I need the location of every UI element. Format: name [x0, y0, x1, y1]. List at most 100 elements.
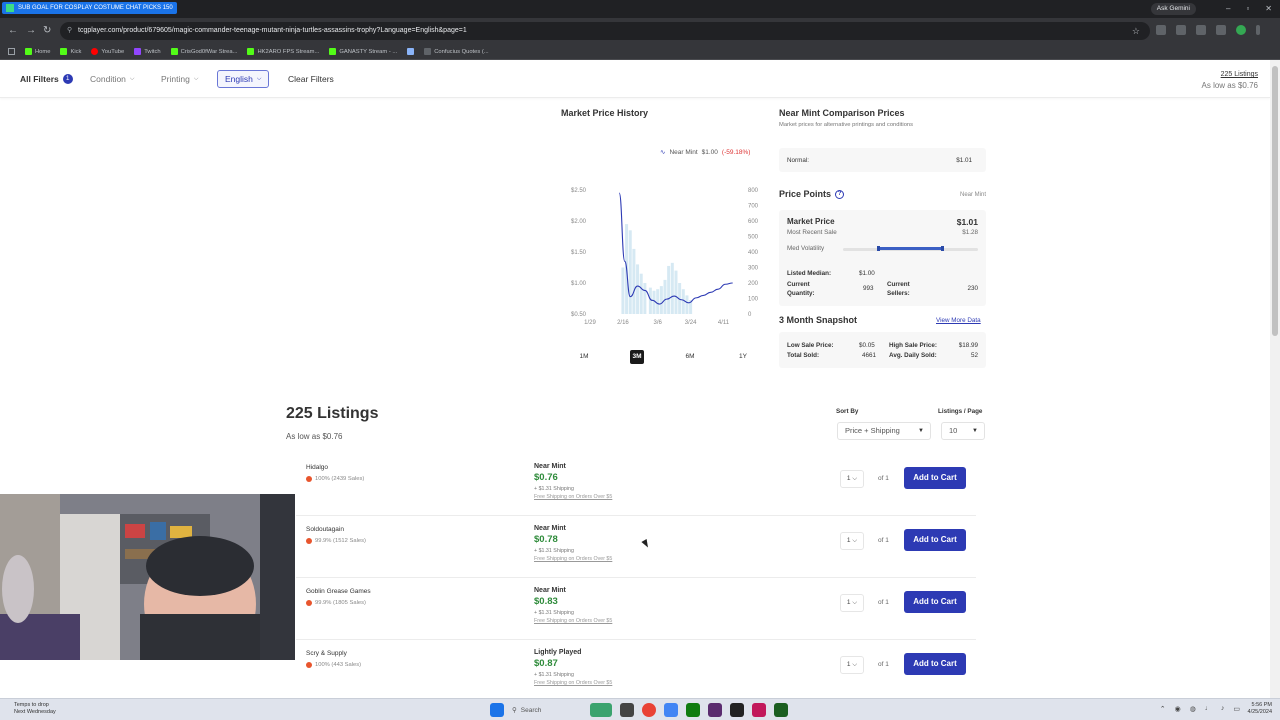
seller-name[interactable]: Goblin Grease Games [306, 588, 371, 595]
volume-bar [670, 262, 674, 314]
seller-name[interactable]: Scry & Supply [306, 650, 347, 657]
bookmark-home[interactable]: Home [25, 48, 50, 55]
filter-count-badge: 1 [62, 74, 73, 84]
network-icon[interactable]: ▭ [1233, 705, 1240, 713]
as-low-as-text: As low as $0.76 [1201, 81, 1258, 90]
bookmark-star-icon[interactable]: ☆ [1132, 22, 1140, 40]
printing-filter[interactable]: Printing ⌵ [161, 70, 198, 88]
chevron-up-icon[interactable]: ⌃ [1160, 705, 1166, 713]
bookmark-youtube[interactable]: YouTube [91, 48, 124, 55]
taskbar-search[interactable]: ⚲ Search [512, 706, 582, 715]
scrollbar-thumb[interactable] [1272, 66, 1278, 336]
y-right-tick-label: 0 [748, 312, 752, 318]
seller-stats: 100% (443 Sales) [306, 662, 361, 668]
listings-per-page-select[interactable]: 10 ▼ [941, 422, 985, 440]
add-to-cart-button[interactable]: Add to Cart [904, 467, 966, 489]
quantity-select[interactable]: 1 ⌵ [840, 594, 864, 612]
weather-widget[interactable]: Temps to drop Next Wednesday [14, 702, 56, 716]
maximize-icon[interactable]: ▫ [1246, 3, 1249, 15]
range-6m-button[interactable]: 6M [683, 350, 697, 364]
all-filters-button[interactable]: All Filters 1 [20, 70, 73, 88]
sidebar-icon[interactable] [1196, 25, 1206, 35]
range-1y-button[interactable]: 1Y [736, 350, 750, 364]
reload-icon[interactable]: ↻ [43, 25, 51, 36]
help-icon[interactable]: ? [835, 189, 845, 199]
app-icon[interactable] [708, 703, 722, 717]
back-icon[interactable]: ← [8, 25, 18, 36]
windows-start-icon[interactable] [490, 703, 504, 717]
free-shipping-link[interactable]: Free Shipping on Orders Over $5 [534, 618, 612, 624]
listings-count-link[interactable]: 225 Listings [1202, 69, 1258, 80]
tray-app-icon[interactable]: ◉ [1175, 705, 1181, 713]
browser-toolbar: ← → ↻ ⚲ tcgplayer.com/product/679605/mag… [0, 18, 1280, 44]
quantity-select[interactable]: 1 ⌵ [840, 656, 864, 674]
add-to-cart-button[interactable]: Add to Cart [904, 529, 966, 551]
free-shipping-link[interactable]: Free Shipping on Orders Over $5 [534, 556, 612, 562]
volume-bar [632, 248, 636, 314]
bookmark-globe[interactable] [407, 48, 415, 55]
xbox-icon[interactable] [686, 703, 700, 717]
app-icon[interactable] [730, 703, 744, 717]
chrome-icon[interactable] [642, 703, 656, 717]
app-icon[interactable] [664, 703, 678, 717]
add-to-cart-button[interactable]: Add to Cart [904, 653, 966, 675]
clear-filters-button[interactable]: Clear Filters [288, 70, 334, 88]
seller-name[interactable]: Soldoutagain [306, 526, 344, 533]
snapshot-title: 3 Month Snapshot [779, 315, 857, 325]
app-icon[interactable] [752, 703, 766, 717]
range-3m-button[interactable]: 3M [630, 350, 644, 364]
normal-value: $1.01 [956, 157, 972, 164]
tray-app-icon[interactable]: ◍ [1190, 705, 1196, 713]
x-tick-label: 4/11 [718, 320, 730, 326]
bookmark-kick[interactable]: Kick [60, 48, 81, 55]
app-icon[interactable] [590, 703, 612, 717]
close-icon[interactable]: ✕ [1265, 3, 1272, 15]
site-info-icon[interactable]: ⚲ [67, 22, 72, 40]
bookmark-twitch[interactable]: Twitch [134, 48, 161, 55]
extension-icon[interactable] [1216, 25, 1226, 35]
app-icon[interactable] [774, 703, 788, 717]
condition-filter[interactable]: Condition ⌵ [90, 70, 134, 88]
bookmark-quotes[interactable]: Confucius Quotes (... [424, 48, 489, 55]
y-left-tick-label: $2.50 [571, 188, 587, 194]
y-right-tick-label: 600 [748, 219, 759, 225]
volume-icon[interactable]: ♪ [1221, 705, 1225, 713]
microphone-icon[interactable]: ♩ [1205, 705, 1212, 713]
ask-gemini-button[interactable]: Ask Gemini [1150, 3, 1196, 15]
seller-name[interactable]: Hidalgo [306, 464, 328, 471]
low-sale-value: $0.05 [859, 342, 875, 349]
listing-price: $0.83 [534, 596, 558, 607]
listings-title: 225 Listings [286, 405, 379, 422]
bookmark-stream-1[interactable]: CrisGod0fWar Strea... [170, 48, 237, 55]
seller-badge-icon [306, 600, 312, 606]
address-bar[interactable]: ⚲ tcgplayer.com/product/679605/magic-com… [60, 22, 1150, 40]
free-shipping-link[interactable]: Free Shipping on Orders Over $5 [534, 494, 612, 500]
app-icon[interactable] [620, 703, 634, 717]
forward-icon[interactable]: → [26, 25, 36, 36]
free-shipping-link[interactable]: Free Shipping on Orders Over $5 [534, 680, 612, 686]
bookmark-stream-3[interactable]: GANASTY Stream - ... [329, 48, 397, 55]
sort-by-select[interactable]: Price + Shipping ▼ [837, 422, 931, 440]
volume-bar [628, 230, 632, 314]
minimize-icon[interactable]: – [1226, 3, 1230, 15]
browser-tab[interactable]: SUB GOAL FOR COSPLAY COSTUME CHAT PICKS … [2, 2, 177, 14]
profile-avatar-icon[interactable] [1236, 25, 1246, 35]
view-more-data-link[interactable]: View More Data [936, 317, 981, 324]
language-filter[interactable]: English ⌵ [217, 70, 270, 88]
range-1m-button[interactable]: 1M [577, 350, 591, 364]
extension-icon[interactable] [1156, 25, 1166, 35]
quantity-select[interactable]: 1 ⌵ [840, 532, 864, 550]
apps-icon[interactable] [8, 48, 15, 55]
y-right-tick-label: 100 [748, 297, 759, 303]
extension-icon[interactable] [1176, 25, 1186, 35]
chart-legend[interactable]: ∿ Near Mint $1.00 (-59.18%) [660, 148, 750, 157]
listing-condition: Near Mint [534, 463, 566, 470]
quantity-select[interactable]: 1 ⌵ [840, 470, 864, 488]
most-recent-value: $1.28 [962, 229, 978, 236]
menu-icon[interactable] [1256, 25, 1260, 35]
taskbar-clock[interactable]: 5:56 PM 4/25/2024 [1248, 702, 1272, 716]
price-points-condition: Near Mint [959, 192, 986, 198]
bookmark-stream-2[interactable]: HK2ARO FPS Stream... [247, 48, 319, 55]
page-scrollbar[interactable] [1270, 60, 1280, 698]
add-to-cart-button[interactable]: Add to Cart [904, 591, 966, 613]
